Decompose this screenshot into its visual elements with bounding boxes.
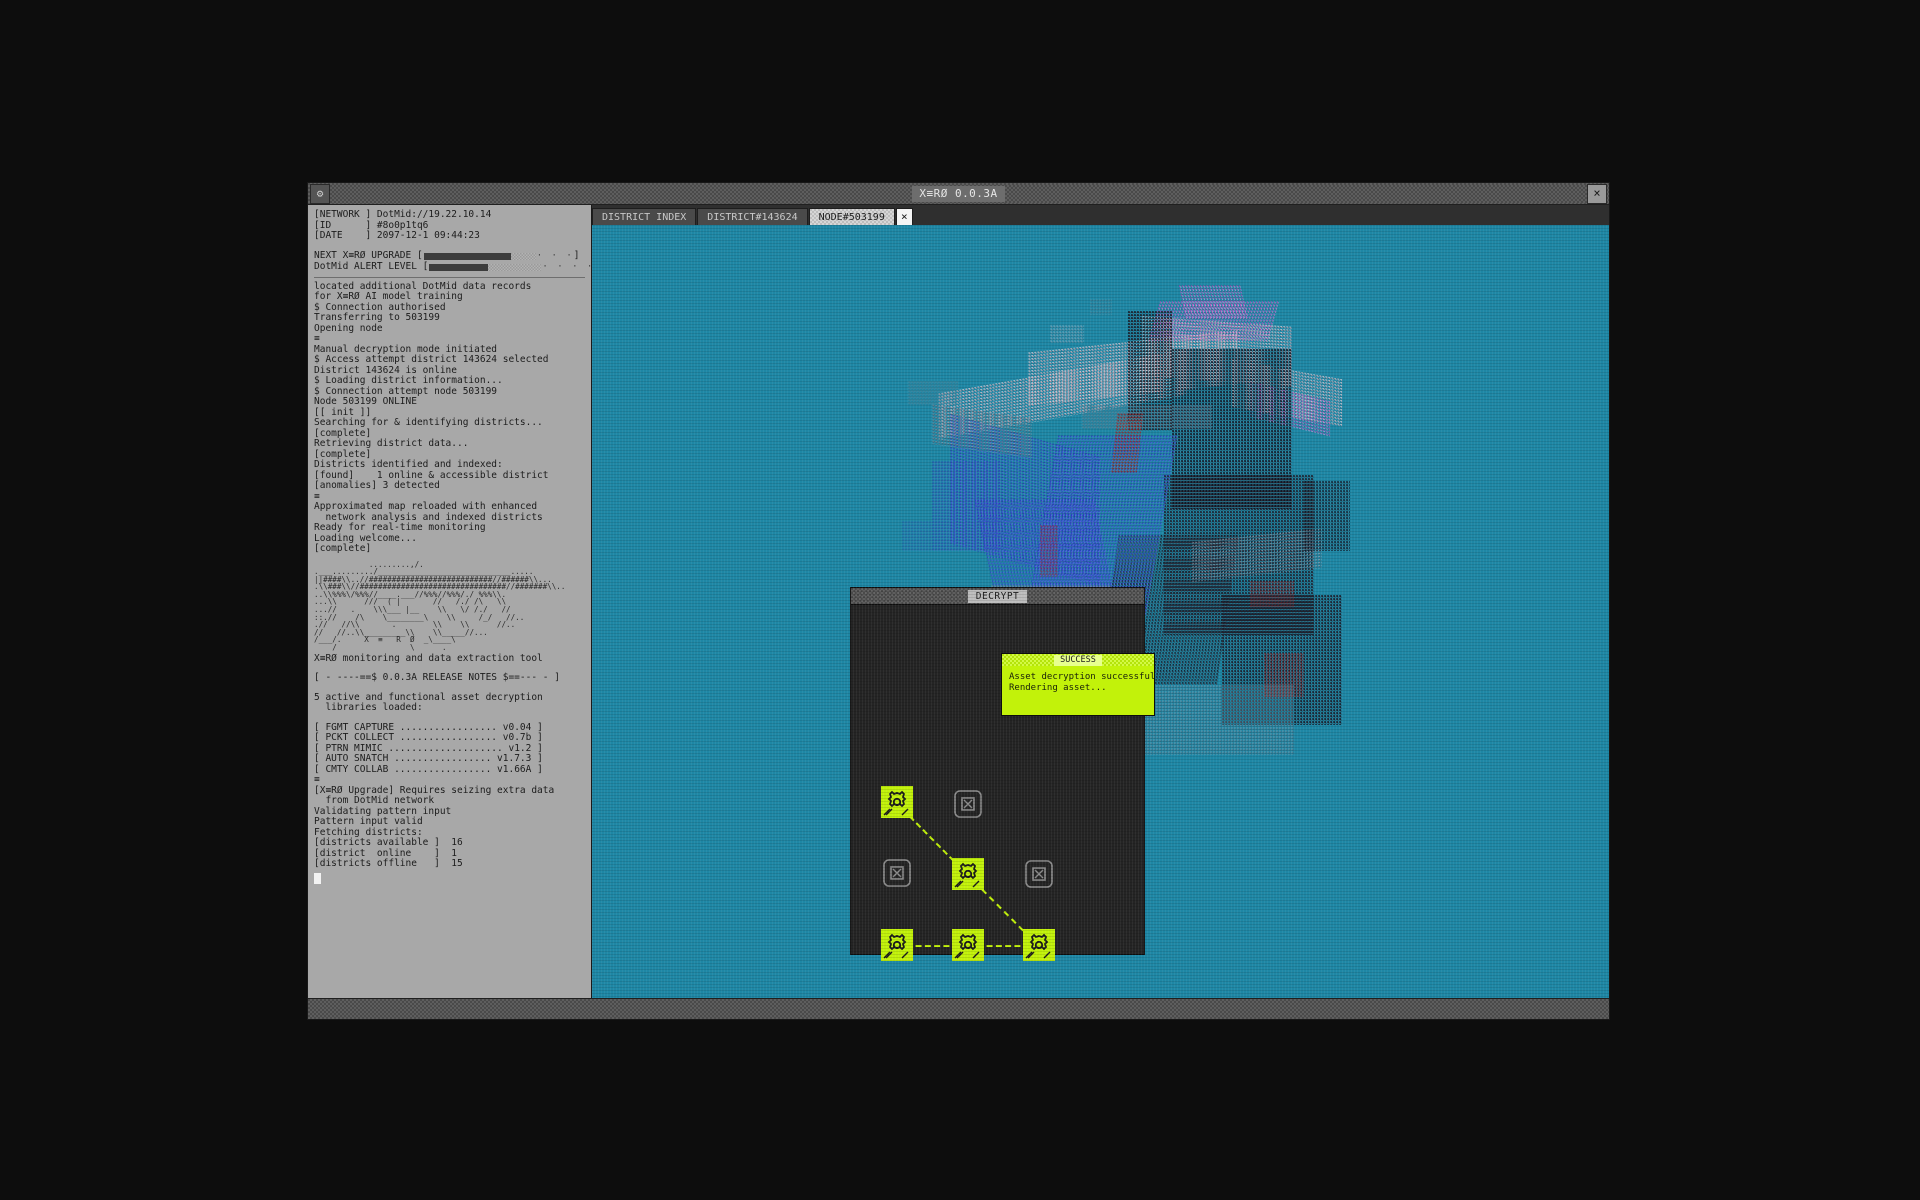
upgrade-meter-label: NEXT X≡RØ UPGRADE [314, 249, 417, 261]
decrypt-node-active[interactable] [1023, 929, 1055, 961]
library-name: [ PCKT COLLECT ................. [314, 732, 503, 744]
terminal-footer: ≡ [X≡RØ Upgrade] Requires seizing extra … [314, 774, 555, 870]
right-pane: DISTRICT INDEX DISTRICT#143624 NODE#5031… [592, 205, 1609, 1000]
library-version: v1.2 ] [508, 742, 543, 754]
decrypt-node-inactive[interactable] [881, 857, 913, 889]
library-list: [ FGMT CAPTURE ................. v0.04 ]… [314, 721, 585, 776]
alert-meter-dots: · · · · · [542, 261, 591, 272]
decrypt-node-active[interactable] [952, 929, 984, 961]
terminal-date-line: [DATE ] 2097-12-1 09:44:23 [314, 230, 480, 241]
library-version: v0.04 ] [502, 721, 543, 733]
tab-bar: DISTRICT INDEX DISTRICT#143624 NODE#5031… [592, 205, 1609, 225]
terminal-tagline: X≡RØ monitoring and data extraction tool [314, 652, 543, 664]
decrypt-node-active[interactable] [952, 858, 984, 890]
alert-meter-label: DotMid ALERT LEVEL [314, 260, 423, 272]
upgrade-meter-fill [423, 252, 512, 260]
decrypt-panel[interactable]: DECRYPT SUCCESS Asset decryption success… [850, 587, 1155, 961]
decrypt-panel-title: DECRYPT [967, 589, 1028, 603]
library-version: v0.7b ] [502, 732, 543, 744]
alert-meter-track [429, 263, 542, 271]
ascii-art-logo: .........,/. .___........./_____________… [314, 559, 566, 653]
window-titlebar[interactable]: ⚙ X≡RØ 0.0.3A × [308, 183, 1609, 205]
decrypt-node-inactive[interactable] [952, 788, 984, 820]
tab-close-icon[interactable]: × [895, 208, 913, 225]
tab-node-503199[interactable]: NODE#503199 [808, 208, 895, 225]
tab-district-143624[interactable]: DISTRICT#143624 [697, 208, 808, 225]
release-notes-header: [ - ----==$ 0.0.3A RELEASE NOTES $==--- … [314, 672, 560, 684]
success-dialog-titlebar: SUCCESS [1002, 654, 1154, 666]
application-window: ⚙ X≡RØ 0.0.3A × [NETWORK ] DotMid://19.2… [307, 182, 1610, 1020]
library-name: [ PTRN MIMIC .................... [314, 742, 509, 754]
terminal-log: located additional DotMid data records f… [314, 280, 549, 554]
titlebar-filler-right [1004, 184, 1588, 203]
window-body: [NETWORK ] DotMid://19.22.10.14 [ID ] #8… [308, 205, 1609, 1000]
window-close-button[interactable]: × [1587, 183, 1608, 204]
decrypt-titlebar: DECRYPT [851, 588, 1144, 605]
asset-viewport[interactable]: DECRYPT SUCCESS Asset decryption success… [592, 225, 1609, 1000]
library-row: [ CMTY COLLAB ................. v1.66A ] [314, 763, 585, 776]
window-title: X≡RØ 0.0.3A [912, 185, 1005, 202]
window-statusbar [308, 998, 1609, 1019]
decrypt-node-inactive[interactable] [1023, 858, 1055, 890]
library-version: v1.7.3 ] [497, 753, 543, 765]
success-dialog[interactable]: SUCCESS Asset decryption successful Rend… [1001, 653, 1155, 716]
upgrade-meter-dots: · · · [536, 250, 574, 261]
titlebar-filler-left [330, 184, 913, 203]
success-dialog-title: SUCCESS [1054, 654, 1102, 666]
upgrade-meter-track [423, 252, 536, 260]
tab-district-index[interactable]: DISTRICT INDEX [592, 208, 697, 225]
upgrade-meter: NEXT X≡RØ UPGRADE [ · · · ] [314, 249, 580, 261]
library-name: [ FGMT CAPTURE ................. [314, 721, 503, 733]
success-dialog-message: Asset decryption successful Rendering as… [1009, 672, 1156, 693]
library-version: v1.66A ] [497, 763, 543, 775]
library-name: [ AUTO SNATCH ................. [314, 753, 498, 765]
gear-icon[interactable]: ⚙ [310, 183, 330, 204]
decrypt-node-active[interactable] [881, 929, 913, 961]
decrypt-node-active[interactable] [881, 786, 913, 818]
alert-meter-fill [429, 263, 488, 271]
terminal-panel[interactable]: [NETWORK ] DotMid://19.22.10.14 [ID ] #8… [308, 205, 592, 1000]
terminal-network-line: [NETWORK ] DotMid://19.22.10.14 [314, 209, 492, 220]
library-name: [ CMTY COLLAB ................. [314, 763, 498, 775]
libraries-intro: 5 active and functional asset decryption… [314, 691, 543, 714]
terminal-cursor [314, 872, 321, 884]
